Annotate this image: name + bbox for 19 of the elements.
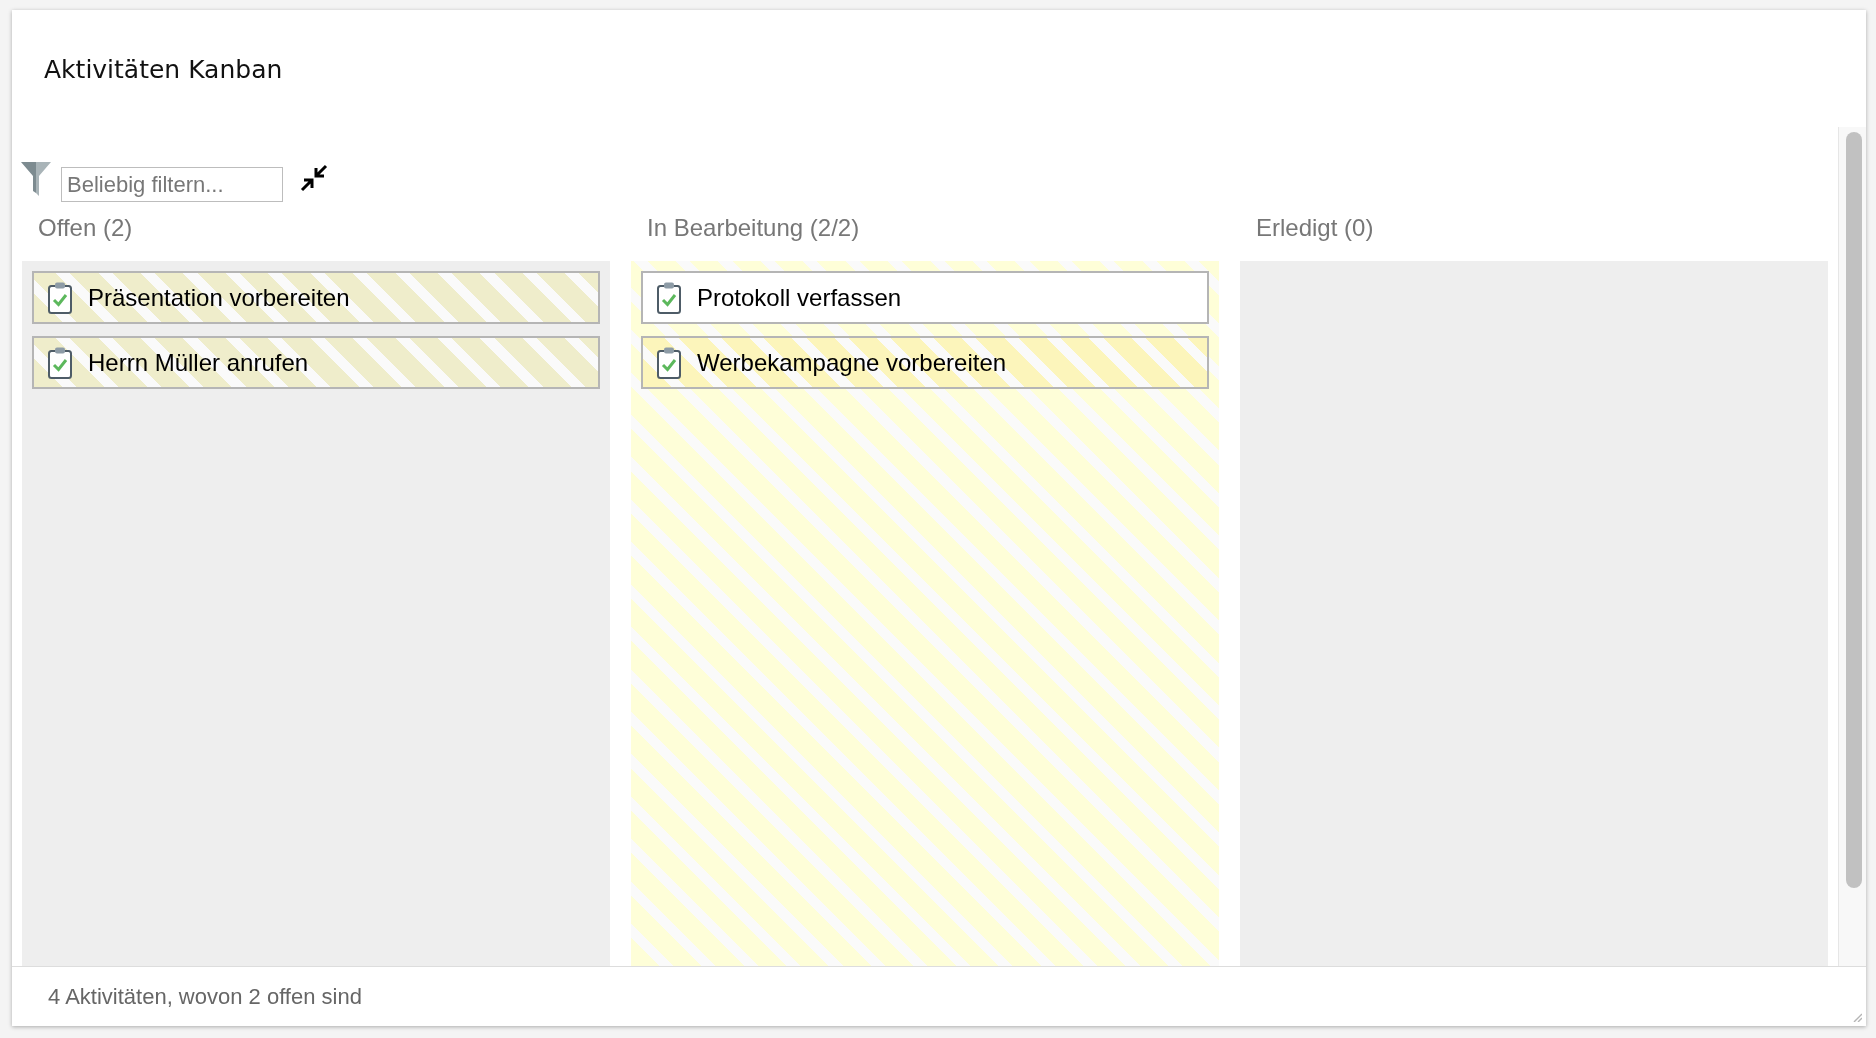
activity-card[interactable]: Herrn Müller anrufen — [32, 336, 600, 389]
column-title: In Bearbeitung (2/2) — [647, 214, 860, 241]
clipboard-check-icon — [48, 346, 72, 379]
filter-field[interactable]: Beliebig filtern... — [61, 167, 283, 202]
activity-card[interactable]: Protokoll verfassen — [641, 271, 1209, 324]
status-text: 4 Aktivitäten, wovon 2 offen sind — [48, 983, 362, 1010]
window-title: Aktivitäten Kanban — [44, 55, 283, 84]
column-title: Erledigt (0) — [1256, 214, 1374, 241]
scrollbar[interactable] — [1838, 127, 1866, 966]
scrollbar-thumb[interactable] — [1846, 132, 1862, 888]
clipboard-check-icon — [657, 346, 681, 379]
clipboard-check-icon — [48, 281, 72, 314]
column-title: Offen (2) — [38, 214, 133, 241]
compress-icon — [300, 164, 328, 192]
activity-card[interactable]: Werbekampagne vorbereiten — [641, 336, 1209, 389]
clipboard-check-icon — [657, 281, 681, 314]
filter-icon — [21, 162, 51, 196]
activity-card[interactable]: Präsentation vorbereiten — [32, 271, 600, 324]
collapse-button[interactable] — [300, 164, 328, 192]
